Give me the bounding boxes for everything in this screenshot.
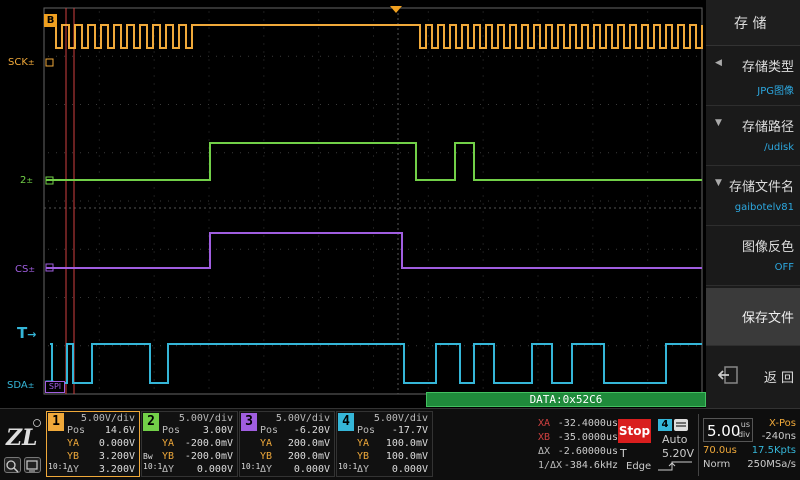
channel-label-sck: SCK± bbox=[8, 57, 35, 68]
trigger-level-marker[interactable]: T→ bbox=[17, 324, 36, 342]
chevron-down-icon: ▼ bbox=[715, 178, 722, 188]
chevron-down-icon: ▼ bbox=[715, 118, 722, 128]
menu-title: 存 储 bbox=[706, 0, 800, 46]
ch2-waveform bbox=[46, 142, 702, 181]
channel-3-panel[interactable]: 3 5.00V/div 10:1 Pos -6.20V YA 200.0mV YB 2… bbox=[239, 411, 335, 477]
channel-2-number: 2 bbox=[143, 413, 159, 431]
channel-label-sda: SDA± bbox=[7, 380, 35, 391]
menu-invert-image[interactable]: 图像反色 OFF bbox=[706, 226, 800, 286]
channel-label-2: 2± bbox=[20, 175, 34, 186]
svg-text:ZL: ZL bbox=[5, 425, 38, 451]
trigger-mode: Auto bbox=[662, 433, 688, 446]
cursor-readout[interactable]: XA -32.4000us XB -35.0000us ΔX -2.60000us 1… bbox=[536, 416, 618, 474]
channel-2-bw: Bw bbox=[143, 452, 153, 461]
channel-ground-marker bbox=[45, 58, 54, 67]
menu-item-label: 存储路径 bbox=[741, 120, 794, 135]
side-menu: 存 储 ◀ 存储类型 JPG图像 ▼ 存储路径 /udisk ▼ 存储文件名 g… bbox=[706, 0, 800, 408]
channel-1-probe: 10:1 bbox=[48, 462, 68, 471]
back-arrow-icon bbox=[718, 366, 738, 384]
graticule-grid bbox=[48, 11, 697, 389]
channel-3-number: 3 bbox=[241, 413, 257, 431]
channel-4-number: 4 bbox=[338, 413, 354, 431]
graticule-border bbox=[43, 7, 703, 395]
trigger-delay: 70.0us bbox=[703, 445, 737, 456]
menu-storage-path[interactable]: ▼ 存储路径 /udisk bbox=[706, 106, 800, 166]
waveform-display[interactable]: SCK± 2± CS± SDA± T→ B SPI DATA:0x52C6 bbox=[0, 0, 706, 408]
timebase-panel[interactable]: 5.00 us div X-Pos -240ns 70.0us 17.5Kpts… bbox=[698, 414, 800, 476]
zlg-logo-icon: ZL bbox=[5, 419, 41, 451]
trigger-level: T 5.20V bbox=[620, 447, 694, 460]
menu-item-value: gaibotelv81 bbox=[734, 202, 794, 213]
menu-item-label: 存储文件名 bbox=[728, 180, 794, 195]
decode-tag: SPI bbox=[45, 381, 65, 393]
channel-1-vdiv: 5.00V/div bbox=[80, 413, 135, 424]
trigger-type: Edge bbox=[626, 461, 652, 472]
waveform-canvas bbox=[43, 6, 703, 395]
menu-item-label: 图像反色 bbox=[741, 240, 794, 255]
channel-1-panel[interactable]: 1 5.00V/div 10:1 Pos 14.6V YA 0.000V YB 3.2… bbox=[46, 411, 140, 477]
menu-file-name[interactable]: ▼ 存储文件名 gaibotelv81 bbox=[706, 166, 800, 226]
cursor-b-marker[interactable]: B bbox=[44, 14, 57, 27]
channel-1-number: 1 bbox=[48, 413, 64, 431]
acquire-mode: Norm bbox=[703, 459, 731, 470]
channel-label-cs: CS± bbox=[15, 264, 36, 275]
channel-3-vdiv: 5.00V/div bbox=[275, 413, 330, 424]
channel-3-probe: 10:1 bbox=[241, 462, 261, 471]
save-file-button[interactable]: 保存文件 bbox=[706, 288, 800, 346]
memory-depth: 17.5Kpts bbox=[751, 445, 796, 456]
back-button[interactable]: 返 回 bbox=[706, 348, 800, 404]
channel-2-vdiv: 5.00V/div bbox=[178, 413, 233, 424]
rising-edge-icon bbox=[658, 461, 692, 471]
channel-4-vdiv: 5.00V/div bbox=[373, 413, 428, 424]
trigger-position-marker bbox=[390, 6, 402, 13]
menu-item-value: JPG图像 bbox=[757, 86, 794, 97]
channel-2-panel[interactable]: 2 5.00V/div Bw 10:1 Pos 3.00V YA -200.0mV … bbox=[141, 411, 238, 477]
xpos-value: -240ns bbox=[761, 431, 796, 442]
xpos-label: X-Pos bbox=[769, 418, 796, 429]
channel-4-panel[interactable]: 4 5.00V/div 10:1 Pos -17.7V YA 100.0mV YB 1… bbox=[336, 411, 433, 477]
display-mode-icon[interactable] bbox=[24, 457, 41, 473]
menu-storage-type[interactable]: ◀ 存储类型 JPG图像 bbox=[706, 46, 800, 106]
menu-item-value: OFF bbox=[774, 262, 794, 273]
chevron-left-icon: ◀ bbox=[715, 58, 722, 68]
trigger-coupling-icon bbox=[674, 419, 688, 431]
run-stop-button[interactable]: Stop bbox=[618, 419, 651, 443]
menu-item-label: 存储类型 bbox=[741, 60, 794, 75]
sda-waveform bbox=[50, 343, 702, 384]
zoom-icon[interactable] bbox=[4, 457, 21, 473]
channel-4-probe: 10:1 bbox=[338, 462, 358, 471]
menu-item-value: /udisk bbox=[764, 142, 794, 153]
cs-waveform bbox=[46, 232, 702, 269]
timebase-box: 5.00 us div bbox=[703, 418, 753, 442]
decode-result: DATA:0x52C6 bbox=[426, 392, 706, 407]
back-label: 返 回 bbox=[763, 370, 794, 386]
sample-rate: 250MSa/s bbox=[747, 459, 796, 470]
channel-2-probe: 10:1 bbox=[143, 462, 163, 471]
trigger-source: 4 bbox=[658, 419, 672, 431]
